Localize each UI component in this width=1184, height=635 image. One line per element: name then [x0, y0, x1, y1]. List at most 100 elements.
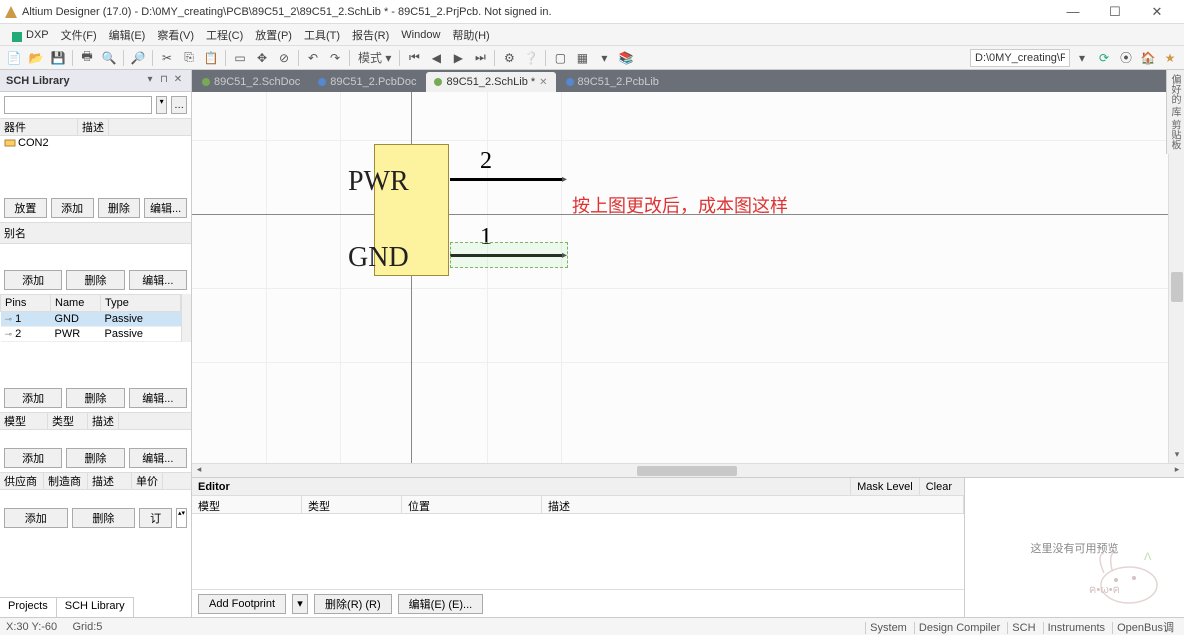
right-vertical-tabs[interactable]: 偏好的 库 剪贴板 — [1166, 70, 1184, 154]
nav-prev-icon[interactable]: ◀ — [426, 49, 446, 67]
paste-icon[interactable]: 📋 — [201, 49, 221, 67]
edit-button[interactable]: 编辑(E) (E)... — [398, 594, 484, 614]
col-model[interactable]: 模型 — [192, 496, 302, 513]
panel-pin-icon[interactable]: ⊓ — [157, 74, 171, 88]
panel-menu-icon[interactable]: ▾ — [143, 74, 157, 88]
cut-icon[interactable]: ✂ — [157, 49, 177, 67]
maximize-button[interactable]: ☐ — [1100, 4, 1130, 20]
mode-dropdown[interactable]: 模式 ▾ — [354, 49, 395, 67]
search-dd-icon[interactable]: ▾ — [156, 96, 167, 114]
minimize-button[interactable]: — — [1058, 4, 1088, 20]
open-icon[interactable]: 📂 — [26, 49, 46, 67]
scroll-right-icon[interactable]: ▸ — [1170, 464, 1184, 478]
horizontal-scrollbar[interactable]: ◂ ▸ — [192, 463, 1184, 477]
link-sch[interactable]: SCH — [1007, 622, 1039, 634]
link-system[interactable]: System — [865, 622, 911, 634]
menu-window[interactable]: Window — [395, 27, 446, 43]
lib-icon[interactable]: 📚 — [616, 49, 636, 67]
col-type[interactable]: 类型 — [302, 496, 402, 513]
menu-report[interactable]: 报告(R) — [346, 25, 395, 45]
help-icon[interactable]: ❔ — [521, 49, 541, 67]
mask-level-button[interactable]: Mask Level — [850, 478, 919, 495]
tab-schdoc[interactable]: 89C51_2.SchDoc — [194, 72, 308, 92]
print-icon[interactable]: 🖶 — [77, 49, 97, 67]
delete-button[interactable]: 删除 — [66, 448, 124, 468]
path-input[interactable] — [970, 49, 1070, 67]
col-price[interactable]: 单价 — [132, 473, 163, 489]
tab-close-icon[interactable]: ✕ — [539, 77, 547, 88]
add-footprint-dd-icon[interactable]: ▾ — [292, 594, 308, 614]
menu-file[interactable]: 文件(F) — [55, 25, 103, 45]
delete-button[interactable]: 删除(R) (R) — [314, 594, 392, 614]
deselect-icon[interactable]: ⊘ — [274, 49, 294, 67]
menu-dxp[interactable]: DXP — [20, 27, 55, 43]
stop-icon[interactable]: ⦿ — [1116, 49, 1136, 67]
select-icon[interactable]: ▭ — [230, 49, 250, 67]
grid-icon[interactable]: ▦ — [572, 49, 592, 67]
add-button[interactable]: 添加 — [4, 388, 62, 408]
scroll-thumb[interactable] — [1171, 272, 1183, 302]
save-icon[interactable]: 💾 — [48, 49, 68, 67]
tab-schlib[interactable]: 89C51_2.SchLib * ✕ — [426, 72, 555, 92]
table-row[interactable]: ⊸ 1 GND Passive — [1, 312, 181, 327]
nav-last-icon[interactable]: ⏭ — [470, 49, 490, 67]
delete-button[interactable]: 删除 — [72, 508, 136, 528]
search-input[interactable] — [4, 96, 152, 114]
comp-icon[interactable]: ▢ — [550, 49, 570, 67]
add-button[interactable]: 添加 — [51, 198, 94, 218]
undo-icon[interactable]: ↶ — [303, 49, 323, 67]
redo-icon[interactable]: ↷ — [325, 49, 345, 67]
tab-pcblib[interactable]: 89C51_2.PcbLib — [558, 72, 667, 92]
tab-projects[interactable]: Projects — [0, 598, 57, 617]
add-button[interactable]: 添加 — [4, 448, 62, 468]
th-pins[interactable]: Pins — [1, 295, 51, 312]
edit-button[interactable]: 编辑... — [129, 388, 187, 408]
path-dd-icon[interactable]: ▾ — [1072, 49, 1092, 67]
add-footprint-button[interactable]: Add Footprint — [198, 594, 286, 614]
search-go-button[interactable]: … — [171, 96, 187, 114]
alias-label[interactable]: 别名 — [4, 225, 187, 241]
th-type[interactable]: Type — [101, 295, 181, 312]
home-icon[interactable]: 🏠 — [1138, 49, 1158, 67]
link-design-compiler[interactable]: Design Compiler — [914, 622, 1004, 634]
nav-next-icon[interactable]: ▶ — [448, 49, 468, 67]
tab-pcbdoc[interactable]: 89C51_2.PcbDoc — [310, 72, 424, 92]
place-button[interactable]: 放置 — [4, 198, 47, 218]
scroll-thumb[interactable] — [637, 466, 737, 476]
col-desc[interactable]: 描述 — [88, 473, 132, 489]
pin-2-line[interactable] — [450, 178, 562, 181]
edit-button[interactable]: 编辑... — [129, 448, 187, 468]
fav-icon[interactable]: ★ — [1160, 49, 1180, 67]
link-instruments[interactable]: Instruments — [1043, 622, 1109, 634]
col-desc[interactable]: 描述 — [542, 496, 964, 513]
copy-icon[interactable]: ⎘ — [179, 49, 199, 67]
col-model[interactable]: 模型 — [0, 413, 48, 429]
refresh-icon[interactable]: ⟳ — [1094, 49, 1114, 67]
order-spinner[interactable]: ▴▾ — [176, 508, 187, 528]
order-button[interactable]: 订 — [139, 508, 172, 528]
scroll-down-icon[interactable]: ▾ — [1169, 449, 1184, 463]
edit-button[interactable]: 编辑... — [129, 270, 187, 290]
scroll-left-icon[interactable]: ◂ — [192, 464, 206, 478]
col-type[interactable]: 类型 — [48, 413, 88, 429]
menu-project[interactable]: 工程(C) — [200, 25, 249, 45]
th-name[interactable]: Name — [51, 295, 101, 312]
preview-icon[interactable]: 🔍 — [99, 49, 119, 67]
edit-button[interactable]: 编辑... — [144, 198, 187, 218]
menu-place[interactable]: 放置(P) — [249, 25, 298, 45]
add-button[interactable]: 添加 — [4, 270, 62, 290]
link-openbus[interactable]: OpenBus调 — [1112, 622, 1178, 634]
close-button[interactable]: ✕ — [1142, 4, 1172, 20]
col-mfr[interactable]: 制造商 — [44, 473, 88, 489]
delete-button[interactable]: 删除 — [66, 388, 124, 408]
move-icon[interactable]: ✥ — [252, 49, 272, 67]
menu-edit[interactable]: 编辑(E) — [103, 25, 152, 45]
clear-button[interactable]: Clear — [919, 478, 958, 495]
scrollbar[interactable] — [181, 294, 191, 342]
panel-close-icon[interactable]: ✕ — [171, 74, 185, 88]
col-supplier[interactable]: 供应商 — [0, 473, 44, 489]
tab-sch-library[interactable]: SCH Library — [57, 598, 134, 617]
col-desc[interactable]: 描述 — [88, 413, 119, 429]
col-component[interactable]: 器件 — [0, 119, 78, 135]
more-icon[interactable]: ▾ — [594, 49, 614, 67]
